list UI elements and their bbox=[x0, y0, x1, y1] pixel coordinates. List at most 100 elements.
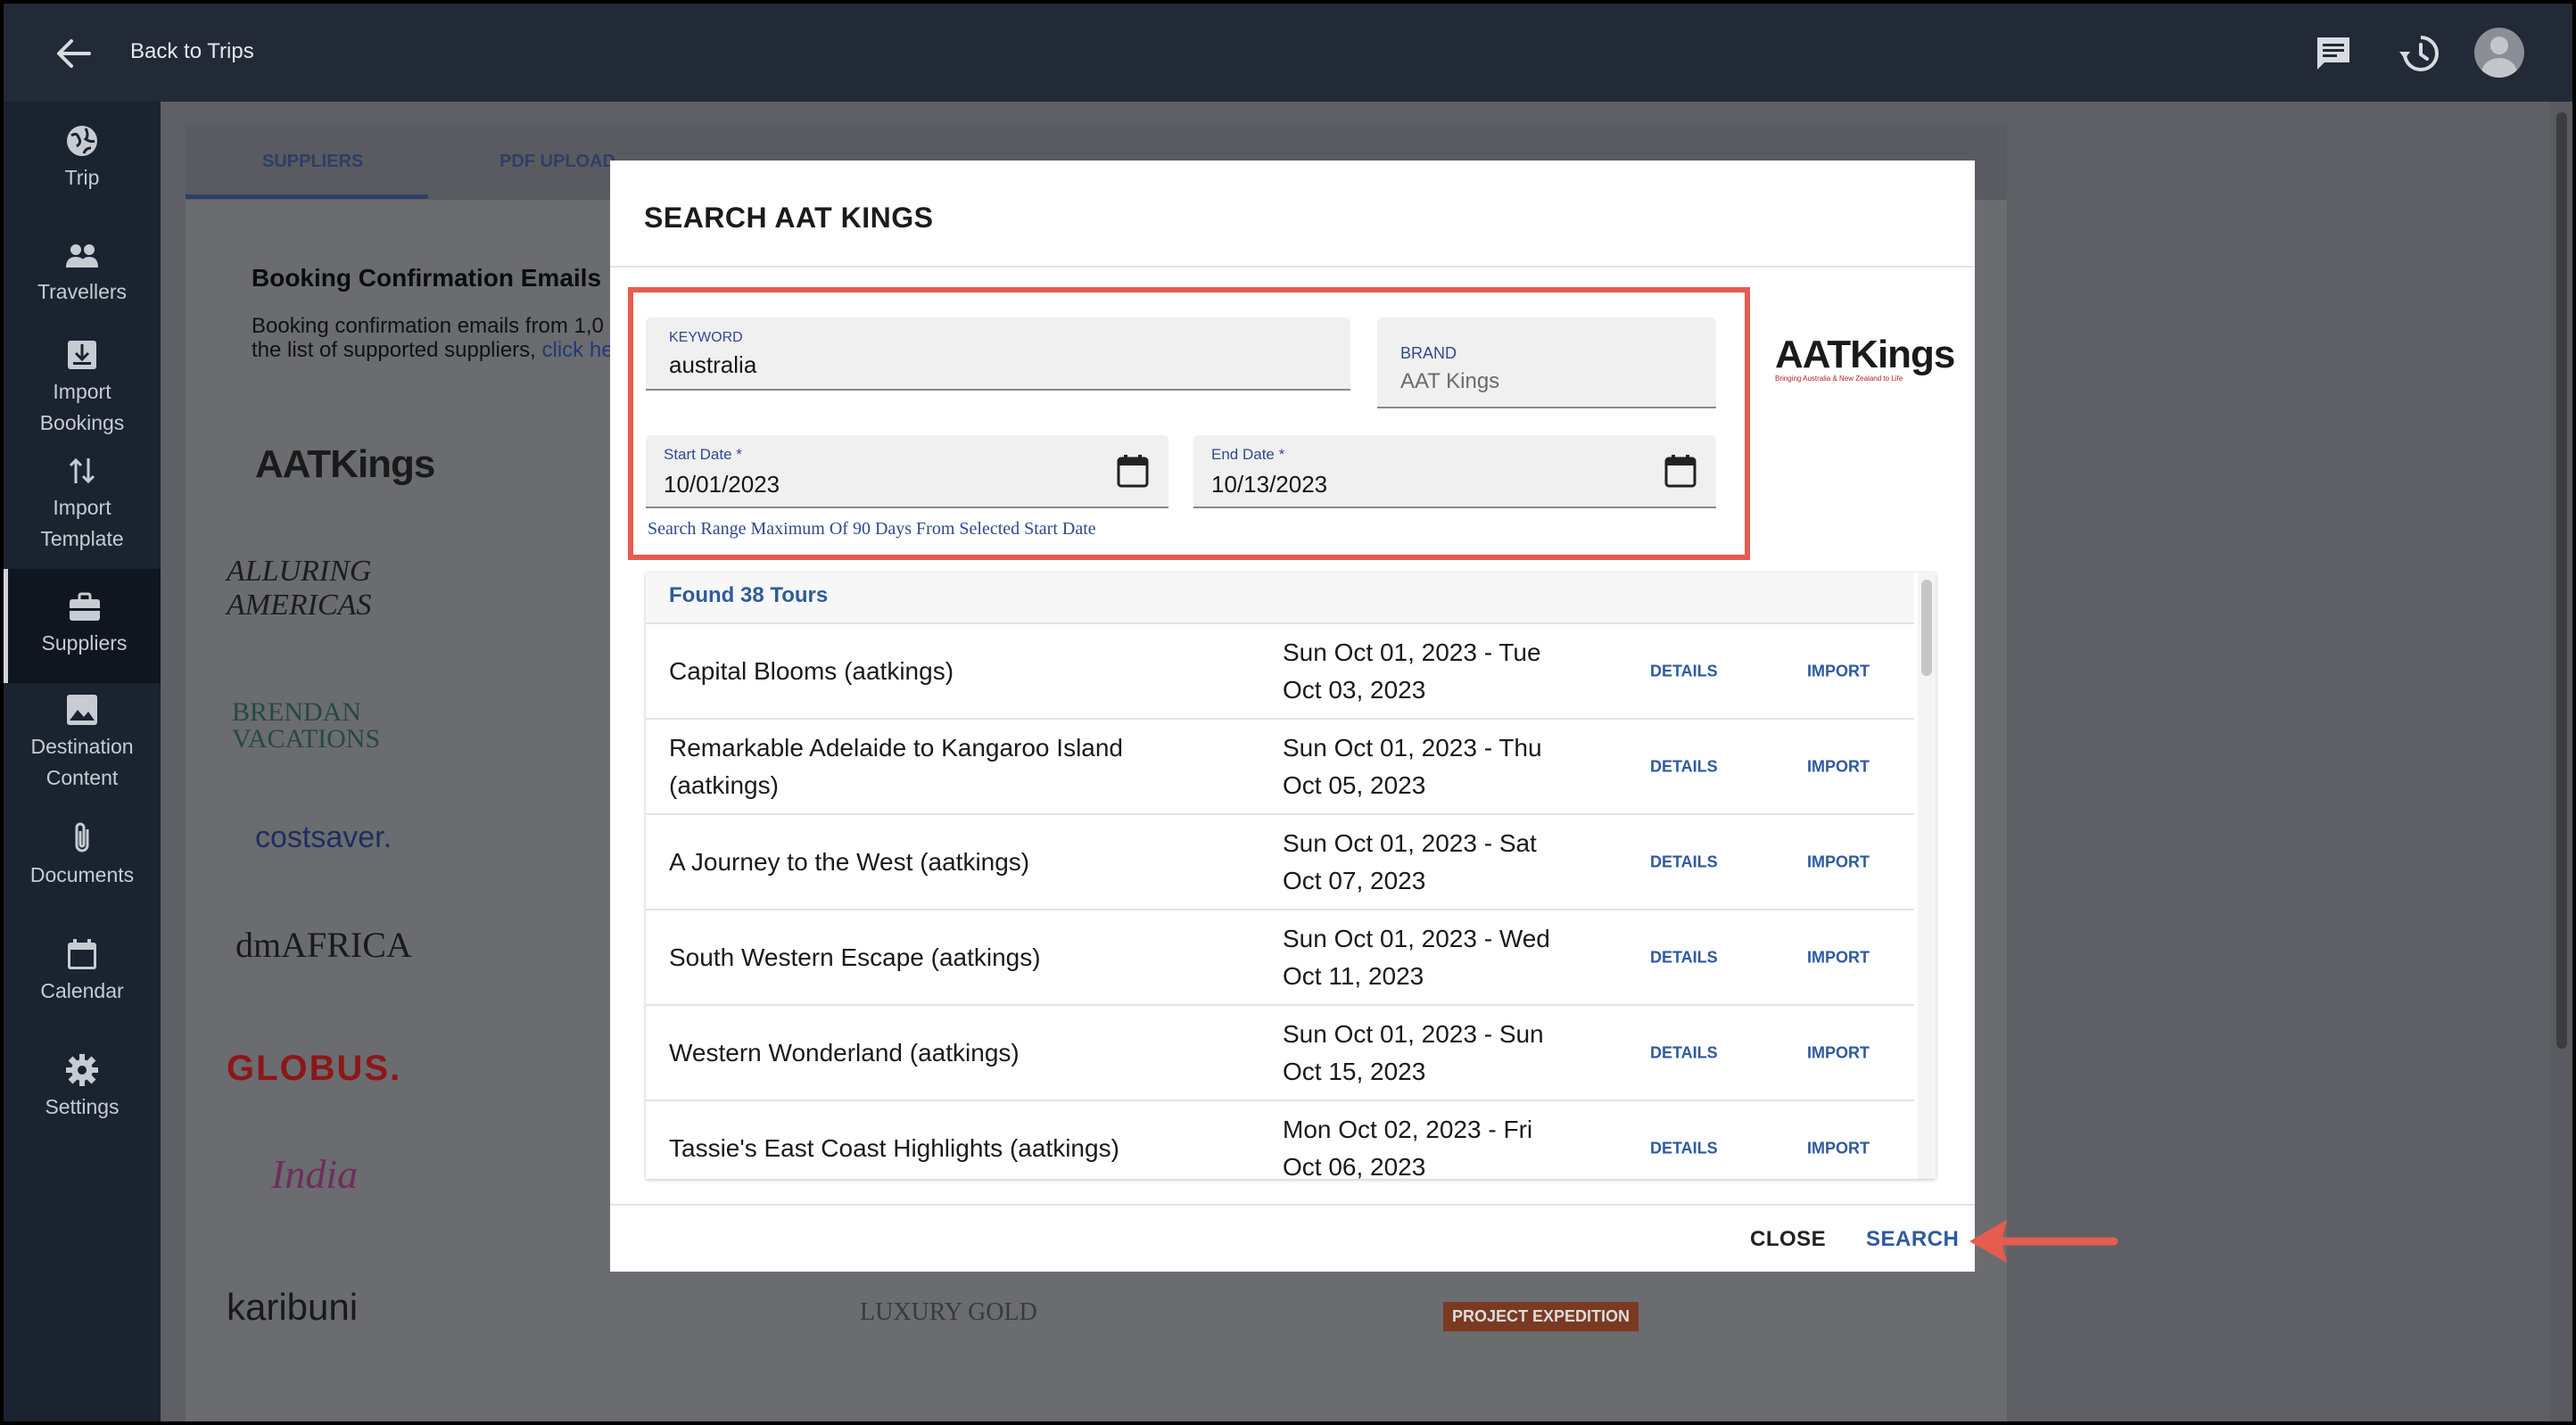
details-button[interactable]: DETAILS bbox=[1650, 853, 1718, 871]
page-scrollbar[interactable] bbox=[2549, 102, 2572, 1421]
import-button[interactable]: IMPORT bbox=[1807, 948, 1870, 967]
logo-text: GLOBUS. bbox=[227, 1049, 402, 1088]
page-scroll-thumb[interactable] bbox=[2556, 112, 2567, 1049]
tour-name: Tassie's East Coast Highlights (aatkings… bbox=[669, 1133, 1119, 1162]
brand-logo-text: AATKings bbox=[1775, 335, 1955, 375]
sidebar: Trip Travellers Import Bookings Import T… bbox=[4, 102, 161, 1421]
supplier-logo-dm-africa[interactable]: dmAFRICA bbox=[235, 924, 412, 966]
sidebar-item-label: Settings bbox=[45, 1095, 120, 1118]
tour-name: Remarkable Adelaide to Kangaroo Island (… bbox=[669, 733, 1124, 799]
sidebar-item-label: Suppliers bbox=[41, 631, 128, 655]
import-button[interactable]: IMPORT bbox=[1807, 662, 1870, 680]
import-button[interactable]: IMPORT bbox=[1807, 1043, 1870, 1062]
sidebar-item-import-bookings[interactable]: Import Bookings bbox=[4, 337, 161, 439]
briefcase-icon bbox=[69, 592, 100, 621]
supplier-logo-luxury-gold[interactable]: LUXURY GOLD bbox=[860, 1298, 1037, 1327]
end-date-field[interactable]: End Date * 10/13/2023 bbox=[1193, 435, 1716, 508]
sidebar-item-label: Import Template bbox=[40, 496, 124, 550]
import-button[interactable]: IMPORT bbox=[1807, 1139, 1870, 1157]
user-avatar[interactable] bbox=[2474, 28, 2524, 78]
divider bbox=[610, 266, 1975, 268]
image-icon bbox=[67, 695, 97, 725]
sidebar-item-label: Import Bookings bbox=[39, 380, 125, 434]
tour-name: South Western Escape (aatkings) bbox=[669, 943, 1041, 971]
logo-text: AATKings bbox=[255, 442, 435, 486]
sidebar-item-label: Travellers bbox=[37, 280, 128, 303]
gear-icon bbox=[66, 1054, 98, 1086]
sidebar-item-label: Calendar bbox=[40, 979, 124, 1002]
supplier-logo-aatkings[interactable]: AATKings bbox=[255, 442, 435, 487]
sidebar-item-suppliers[interactable]: Suppliers bbox=[4, 569, 161, 683]
tour-dates: Sun Oct 01, 2023 - Wed Oct 11, 2023 bbox=[1283, 924, 1550, 990]
logo-text: dmAFRICA bbox=[235, 925, 412, 965]
details-button[interactable]: DETAILS bbox=[1650, 948, 1718, 967]
tab-suppliers[interactable]: SUPPLIERS bbox=[262, 152, 363, 172]
calendar-icon[interactable] bbox=[1115, 453, 1151, 489]
tour-dates: Mon Oct 02, 2023 - Fri Oct 06, 2023 bbox=[1283, 1115, 1533, 1180]
dialog-title: SEARCH AAT KINGS bbox=[644, 202, 934, 234]
details-button[interactable]: DETAILS bbox=[1650, 757, 1718, 776]
sidebar-item-label: Destination Content bbox=[30, 735, 134, 789]
details-button[interactable]: DETAILS bbox=[1650, 1139, 1718, 1157]
keyword-label: KEYWORD bbox=[669, 330, 743, 345]
tab-pdf-upload[interactable]: PDF UPLOAD bbox=[500, 152, 615, 172]
tour-dates: Sun Oct 01, 2023 - Sun Oct 15, 2023 bbox=[1283, 1019, 1544, 1085]
brand-field[interactable]: BRAND AAT Kings bbox=[1377, 317, 1716, 408]
supplier-logo-alluring-americas[interactable]: ALLURING AMERICAS bbox=[227, 555, 441, 622]
results-header: Found 38 Tours bbox=[646, 572, 1914, 624]
supplier-logo-karibuni[interactable]: karibuni bbox=[227, 1286, 358, 1329]
people-icon bbox=[66, 244, 98, 268]
start-date-field[interactable]: Start Date * 10/01/2023 bbox=[646, 435, 1168, 508]
callout-arrow-icon bbox=[1969, 1220, 2118, 1263]
chat-icon[interactable] bbox=[2312, 32, 2355, 75]
import-icon bbox=[68, 341, 96, 369]
description-line: the list of supported suppliers, bbox=[252, 338, 542, 362]
top-bar: Back to Trips bbox=[4, 4, 2572, 102]
brand-label: BRAND bbox=[1400, 344, 1457, 362]
calendar-icon[interactable] bbox=[1663, 453, 1698, 489]
sidebar-item-destination-content[interactable]: Destination Content bbox=[4, 692, 161, 794]
supplier-logo-costsaver[interactable]: costsaver. bbox=[255, 820, 392, 855]
search-button[interactable]: SEARCH bbox=[1866, 1227, 1959, 1252]
supplier-logo-india[interactable]: India bbox=[271, 1150, 358, 1198]
logo-text: costsaver. bbox=[255, 820, 392, 854]
table-row: South Western Escape (aatkings) Sun Oct … bbox=[646, 910, 1914, 1006]
app-frame: Back to Trips Trip Travellers Import Boo… bbox=[4, 4, 2572, 1421]
end-date-value: 10/13/2023 bbox=[1211, 471, 1328, 498]
sidebar-item-calendar[interactable]: Calendar bbox=[4, 936, 161, 1007]
supplier-logo-brendan-vacations[interactable]: BRENDAN VACATIONS bbox=[232, 699, 446, 753]
search-range-hint: Search Range Maximum Of 90 Days From Sel… bbox=[648, 519, 1096, 539]
history-icon[interactable] bbox=[2398, 32, 2440, 75]
sidebar-item-import-template[interactable]: Import Template bbox=[4, 453, 161, 555]
back-to-trips-link[interactable]: Back to Trips bbox=[130, 39, 254, 64]
section-title: Booking Confirmation Emails bbox=[252, 264, 602, 292]
table-row: A Journey to the West (aatkings) Sun Oct… bbox=[646, 815, 1914, 910]
details-button[interactable]: DETAILS bbox=[1650, 662, 1718, 680]
keyword-field[interactable]: KEYWORD australia bbox=[646, 317, 1350, 391]
paperclip-icon bbox=[75, 822, 89, 853]
logo-text: PROJECT EXPEDITION bbox=[1452, 1307, 1631, 1325]
table-row: Tassie's East Coast Highlights (aatkings… bbox=[646, 1101, 1914, 1180]
aat-kings-brand-logo: AATKings Bringing Australia & New Zealan… bbox=[1775, 335, 1955, 389]
logo-text: karibuni bbox=[227, 1286, 359, 1328]
click-here-link[interactable]: click he bbox=[542, 338, 614, 362]
globe-icon bbox=[67, 126, 97, 156]
sidebar-item-travellers[interactable]: Travellers bbox=[4, 237, 161, 308]
import-button[interactable]: IMPORT bbox=[1807, 757, 1870, 776]
results-scroll-thumb[interactable] bbox=[1921, 580, 1932, 676]
table-row: Remarkable Adelaide to Kangaroo Island (… bbox=[646, 720, 1914, 815]
sidebar-item-documents[interactable]: Documents bbox=[4, 820, 161, 891]
sidebar-item-settings[interactable]: Settings bbox=[4, 1052, 161, 1123]
keyword-value: australia bbox=[669, 351, 757, 378]
table-row: Capital Blooms (aatkings) Sun Oct 01, 20… bbox=[646, 624, 1914, 720]
sidebar-item-trip[interactable]: Trip bbox=[4, 123, 161, 194]
details-button[interactable]: DETAILS bbox=[1650, 1043, 1718, 1062]
results-scrollbar[interactable] bbox=[1918, 572, 1936, 1179]
search-dialog: SEARCH AAT KINGS KEYWORD australia BRAND… bbox=[610, 161, 1975, 1272]
supplier-logo-project-expedition[interactable]: PROJECT EXPEDITION bbox=[1443, 1302, 1639, 1331]
import-button[interactable]: IMPORT bbox=[1807, 853, 1870, 871]
close-button[interactable]: CLOSE bbox=[1750, 1227, 1826, 1252]
arrow-left-icon[interactable] bbox=[55, 37, 91, 70]
end-date-label: End Date * bbox=[1211, 446, 1285, 463]
supplier-logo-globus[interactable]: GLOBUS. bbox=[227, 1049, 401, 1089]
